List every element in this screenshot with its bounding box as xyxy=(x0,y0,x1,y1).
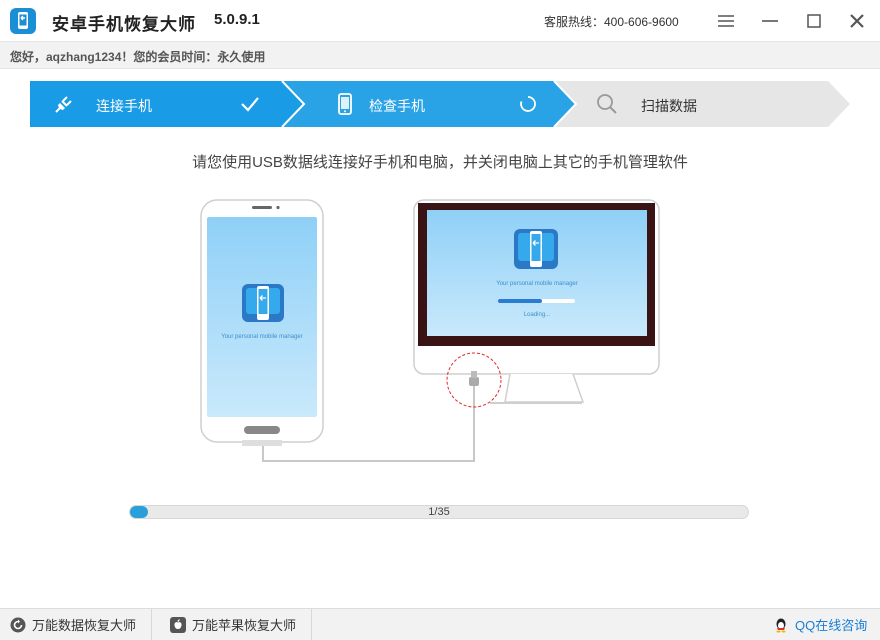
check-icon xyxy=(238,92,262,116)
app-logo-on-monitor xyxy=(514,229,558,269)
search-icon xyxy=(595,92,619,116)
loading-spinner-icon xyxy=(516,92,540,116)
connection-illustration: Your personal mobile manager Your person… xyxy=(0,190,880,480)
scan-progress-bar: 1/35 xyxy=(129,505,749,519)
maximize-icon[interactable] xyxy=(801,8,827,34)
app-logo-on-phone xyxy=(242,284,284,322)
minimize-icon[interactable] xyxy=(757,8,783,34)
bottom-bar: 万能数据恢复大师 万能苹果恢复大师 QQ在线咨询 xyxy=(0,608,880,640)
apple-recovery-link[interactable]: 万能苹果恢复大师 xyxy=(170,609,312,640)
step-check-label: 检查手机 xyxy=(369,98,425,114)
app-title: 安卓手机恢复大师 xyxy=(52,15,196,34)
member-greeting: 您好，aqzhang1234！您的会员时间：永久使用 xyxy=(10,50,266,64)
greeting-bar: 您好，aqzhang1234！您的会员时间：永久使用 xyxy=(0,41,880,69)
close-icon[interactable] xyxy=(844,8,870,34)
data-recovery-link[interactable]: 万能数据恢复大师 xyxy=(10,609,152,640)
step-scan-label: 扫描数据 xyxy=(641,98,697,114)
step-progress: 连接手机 检查手机 扫描数据 xyxy=(30,81,850,127)
qq-consult-link[interactable]: QQ在线咨询 xyxy=(773,609,867,640)
phone-tagline: Your personal mobile manager xyxy=(221,334,303,340)
monitor-loading-text: Loading... xyxy=(523,312,551,318)
plug-icon xyxy=(52,92,76,116)
title-bar: 安卓手机恢复大师 5.0.9.1 客服热线：400-606-9600 xyxy=(0,0,880,41)
qq-penguin-icon xyxy=(773,617,789,633)
monitor-illustration xyxy=(413,199,660,404)
monitor-tagline: Your personal mobile manager xyxy=(496,281,578,287)
app-version: 5.0.9.1 xyxy=(214,11,260,28)
service-hotline: 客服热线：400-606-9600 xyxy=(544,15,679,29)
apple-recovery-label: 万能苹果恢复大师 xyxy=(192,618,297,633)
instruction-text: 请您使用USB数据线连接好手机和电脑，并关闭电脑上其它的手机管理软件 xyxy=(192,154,688,171)
phone-illustration xyxy=(200,199,324,446)
phone-icon xyxy=(333,92,357,116)
qq-consult-label: QQ在线咨询 xyxy=(795,618,868,633)
app-logo-icon xyxy=(10,8,36,34)
progress-text: 1/35 xyxy=(428,506,450,518)
step-connect-label: 连接手机 xyxy=(96,98,152,114)
data-recovery-label: 万能数据恢复大师 xyxy=(32,618,137,633)
recovery-refresh-icon xyxy=(10,617,26,633)
apple-icon xyxy=(170,616,186,633)
menu-icon[interactable] xyxy=(713,8,739,34)
